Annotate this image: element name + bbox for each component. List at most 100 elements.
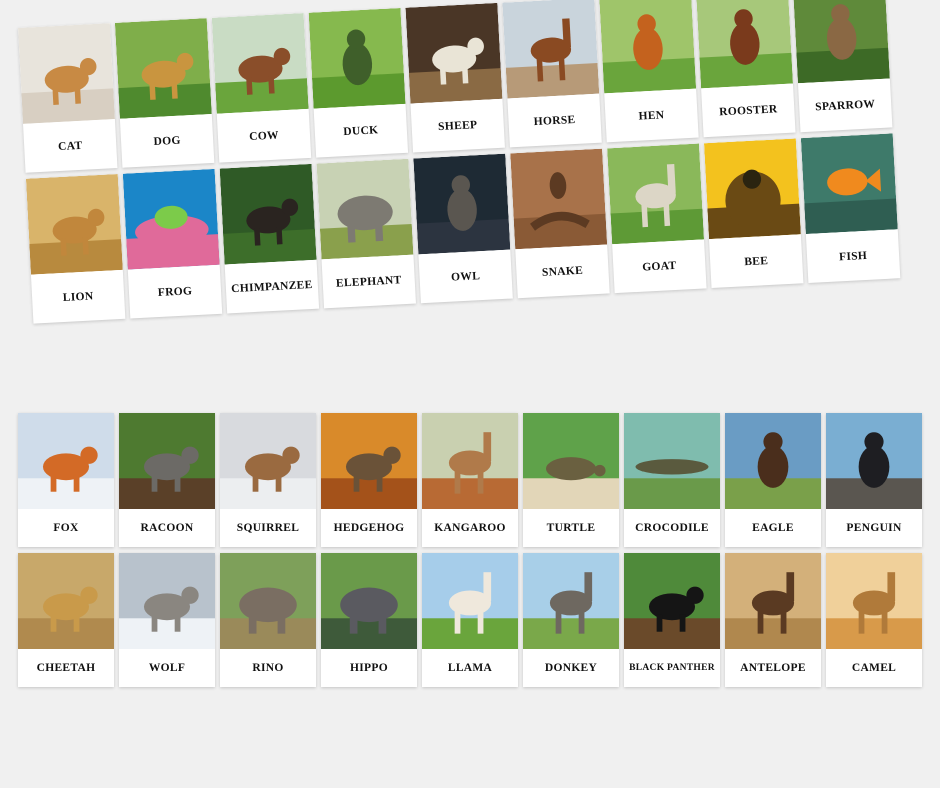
dog-photo xyxy=(114,18,212,119)
squirrel-icon xyxy=(220,413,316,509)
cow-icon xyxy=(211,13,309,114)
racoon-icon xyxy=(119,413,215,509)
flashcard-chimp: CHIMPANZEE xyxy=(219,163,320,314)
flashcard-antelope: ANTELOPE xyxy=(725,553,821,687)
flashcard-crocodile: CROCODILE xyxy=(624,413,720,547)
flashcard-hippo: HIPPO xyxy=(321,553,417,687)
flashcard-label: SQUIRREL xyxy=(236,522,300,534)
owl-photo xyxy=(413,153,511,255)
snake-photo xyxy=(510,148,608,250)
fox-icon xyxy=(18,413,114,509)
hippo-photo xyxy=(321,553,417,649)
flashcard-label: CROCODILE xyxy=(635,522,709,534)
rhino-icon xyxy=(220,553,316,649)
sheep-icon xyxy=(405,2,503,104)
racoon-photo xyxy=(119,413,215,509)
wolf-photo xyxy=(119,553,215,649)
sparrow-photo xyxy=(792,0,890,84)
flashcard-elephant: ELEPHANT xyxy=(316,158,416,309)
sheep-photo xyxy=(405,2,503,104)
flashcard-label: TURTLE xyxy=(546,522,596,534)
horse-photo xyxy=(502,0,600,99)
sparrow-icon xyxy=(792,0,890,84)
cat-icon xyxy=(18,23,115,124)
flashcard-label: RACOON xyxy=(140,522,194,534)
flashcard-hedgehog: HEDGEHOG xyxy=(321,413,417,547)
dog-icon xyxy=(114,18,212,119)
rooster-icon xyxy=(696,0,793,89)
flashcard-panther: BLACK PANTHER xyxy=(624,553,720,687)
kangaroo-icon xyxy=(422,413,518,509)
flashcard-dog: DOG xyxy=(114,18,215,168)
flashcard-label: WOLF xyxy=(148,662,186,674)
camel-icon xyxy=(826,553,922,649)
bottom-sheet-row-2: CHEETAH WOLF RINO HIPPO LLAMA DONKEY BLA… xyxy=(18,553,924,687)
flashcard-label: CAT xyxy=(57,139,83,153)
cow-photo xyxy=(211,13,309,114)
donkey-icon xyxy=(523,553,619,649)
flashcard-label: EAGLE xyxy=(752,522,794,534)
antelope-icon xyxy=(725,553,821,649)
flashcard-rhino: RINO xyxy=(220,553,316,687)
crocodile-photo xyxy=(624,413,720,509)
hedgehog-photo xyxy=(321,413,417,509)
turtle-photo xyxy=(523,413,619,509)
hen-photo xyxy=(599,0,697,94)
llama-icon xyxy=(422,553,518,649)
top-flashcard-sheet: CAT DOG COW DUCK SHEEP HORSE HEN ROOSTER… xyxy=(18,0,903,338)
hen-icon xyxy=(599,0,697,94)
flashcard-donkey: DONKEY xyxy=(523,553,619,687)
cheetah-icon xyxy=(18,553,114,649)
duck-photo xyxy=(308,7,406,109)
rooster-photo xyxy=(696,0,793,89)
flashcard-label: CAMEL xyxy=(851,662,897,674)
flashcard-racoon: RACOON xyxy=(119,413,215,547)
bottom-flashcard-sheet: FOX RACOON SQUIRREL HEDGEHOG KANGAROO TU… xyxy=(18,413,924,693)
chimp-photo xyxy=(219,163,317,265)
flashcard-label: FISH xyxy=(838,249,868,263)
flashcard-kangaroo: KANGAROO xyxy=(422,413,518,547)
flashcard-label: DUCK xyxy=(343,123,379,138)
flashcard-cheetah: CHEETAH xyxy=(18,553,114,687)
rhino-photo xyxy=(220,553,316,649)
flashcard-bee: BEE xyxy=(703,138,804,289)
flashcard-owl: OWL xyxy=(413,153,513,304)
elephant-photo xyxy=(316,158,414,260)
flashcard-label: ROOSTER xyxy=(718,102,778,118)
owl-icon xyxy=(413,153,511,255)
flashcard-label: DOG xyxy=(153,134,181,148)
panther-icon xyxy=(624,553,720,649)
flashcard-label: RINO xyxy=(252,662,284,674)
flashcard-sparrow: SPARROW xyxy=(792,0,893,133)
fox-photo xyxy=(18,413,114,509)
flashcard-label: OWL xyxy=(450,269,481,284)
flashcard-label: LLAMA xyxy=(447,662,493,674)
flashcard-label: HEN xyxy=(638,108,665,123)
flashcard-label: FROG xyxy=(157,284,193,299)
flashcard-wolf: WOLF xyxy=(119,553,215,687)
goat-photo xyxy=(607,143,705,245)
flashcard-goat: GOAT xyxy=(607,143,707,294)
bottom-sheet-row-1: FOX RACOON SQUIRREL HEDGEHOG KANGAROO TU… xyxy=(18,413,924,547)
eagle-photo xyxy=(725,413,821,509)
flashcard-label: HORSE xyxy=(533,113,576,128)
fish-photo xyxy=(800,133,898,235)
penguin-icon xyxy=(826,413,922,509)
antelope-photo xyxy=(725,553,821,649)
flashcard-label: ELEPHANT xyxy=(335,273,402,290)
flashcard-eagle: EAGLE xyxy=(725,413,821,547)
lion-photo xyxy=(25,173,123,275)
flashcard-hen: HEN xyxy=(599,0,699,143)
kangaroo-photo xyxy=(422,413,518,509)
flashcard-sheep: SHEEP xyxy=(405,2,505,153)
camel-photo xyxy=(826,553,922,649)
flashcard-label: SHEEP xyxy=(437,118,478,133)
frog-photo xyxy=(122,168,220,270)
flashcard-label: HEDGEHOG xyxy=(333,522,405,534)
bee-photo xyxy=(703,138,801,240)
flashcard-penguin: PENGUIN xyxy=(826,413,922,547)
frog-icon xyxy=(122,168,220,270)
flashcard-snake: SNAKE xyxy=(510,148,610,299)
flashcard-label: DONKEY xyxy=(544,662,598,674)
penguin-photo xyxy=(826,413,922,509)
